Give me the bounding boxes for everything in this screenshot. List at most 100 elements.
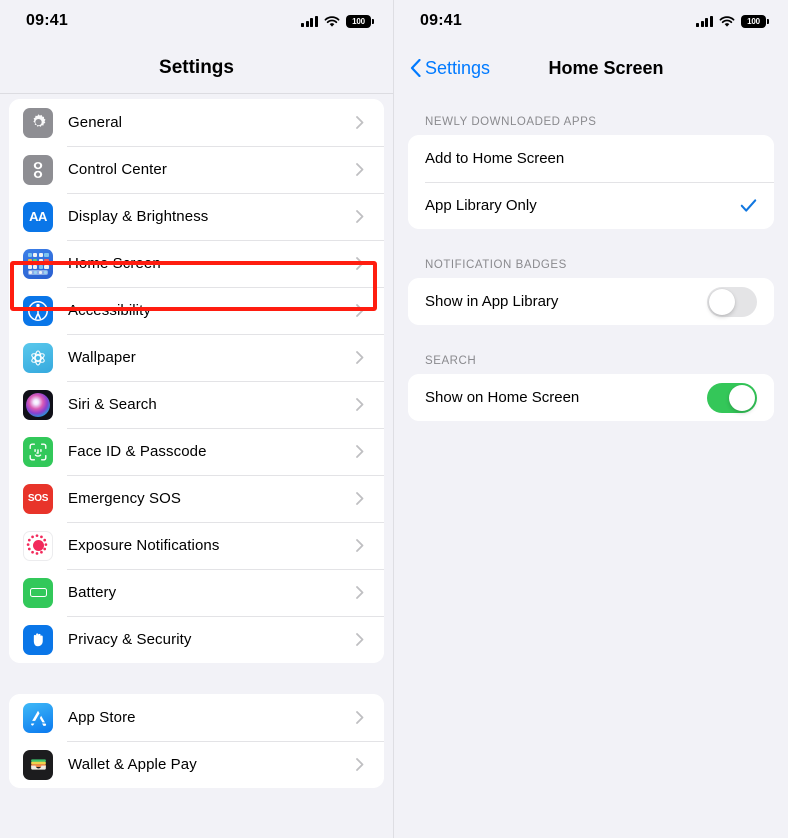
status-indicators: 100 [696,14,769,28]
sidebar-item-wallet-apple-pay[interactable]: Wallet & Apple Pay [9,741,384,788]
face-id-icon [23,436,53,467]
sos-icon-text: SOS [27,493,49,504]
setting-show-in-app-library[interactable]: Show in App Library [408,278,774,325]
setting-label: Show in App Library [425,293,559,310]
dual-pane-settings-screenshot: 09:41 100 Settings General Control Cente… [0,0,788,838]
sidebar-item-label: Emergency SOS [68,490,182,507]
toggle-show-in-app-library[interactable] [707,286,757,317]
battery-level: 100 [747,16,760,26]
sidebar-item-accessibility[interactable]: Accessibility [9,287,384,334]
sidebar-item-label: Face ID & Passcode [68,443,207,460]
toggle-show-on-home-screen[interactable] [707,382,757,413]
sidebar-item-label: Accessibility [68,302,151,319]
checkmark-icon [740,199,757,212]
sidebar-item-battery[interactable]: Battery [9,569,384,616]
sidebar-item-siri-search[interactable]: Siri & Search [9,381,384,428]
section-notification-badges: NOTIFICATION BADGES Show in App Library [394,259,788,325]
option-add-to-home-screen[interactable]: Add to Home Screen [408,135,774,182]
back-button[interactable]: Settings [410,58,490,79]
sidebar-item-general[interactable]: General [9,99,384,146]
sidebar-item-display-brightness[interactable]: AA Display & Brightness [9,193,384,240]
sidebar-item-label: Home Screen [68,255,161,272]
section-search: SEARCH Show on Home Screen [394,355,788,421]
sidebar-item-app-store[interactable]: App Store [9,694,384,741]
sidebar-item-exposure-notifications[interactable]: Exposure Notifications [9,522,384,569]
display-icon-text: AA [29,209,47,224]
sidebar-item-home-screen[interactable]: Home Screen [9,240,384,287]
home-screen-navbar: Settings Home Screen [394,42,788,94]
section-header: NEWLY DOWNLOADED APPS [425,116,597,128]
home-screen-settings-pane: 09:41 100 Settings Home Screen NEWLY DOW… [394,0,788,838]
sidebar-item-emergency-sos[interactable]: SOS Emergency SOS [9,475,384,522]
siri-icon [23,389,53,420]
chevron-right-icon [356,633,364,646]
sidebar-item-label: App Store [68,709,136,726]
exposure-ring [26,533,48,555]
sidebar-item-control-center[interactable]: Control Center [9,146,384,193]
page-title: Home Screen [548,57,664,78]
chevron-right-icon [356,445,364,458]
sidebar-item-face-id-passcode[interactable]: Face ID & Passcode [9,428,384,475]
back-button-label: Settings [425,57,491,78]
chevron-right-icon [356,586,364,599]
emergency-sos-icon: SOS [23,483,53,514]
gear-icon [23,107,53,138]
option-label: App Library Only [425,197,537,214]
sidebar-item-label: Wallet & Apple Pay [68,756,197,773]
control-center-icon [23,154,53,185]
battery-settings-icon [23,577,53,608]
status-bar-right: 09:41 100 [394,0,788,42]
sidebar-item-label: Battery [68,584,117,601]
chevron-right-icon [356,163,364,176]
battery-icon: 100 [346,14,374,28]
status-indicators: 100 [301,14,374,28]
wallpaper-icon [23,342,53,373]
toggle-knob [729,384,755,411]
section-card: Add to Home Screen App Library Only [408,135,774,229]
section-card: Show in App Library [408,278,774,325]
battery-icon: 100 [741,14,769,28]
sidebar-item-wallpaper[interactable]: Wallpaper [9,334,384,381]
sidebar-item-label: Privacy & Security [68,631,192,648]
sidebar-item-privacy-security[interactable]: Privacy & Security [9,616,384,663]
status-bar-left: 09:41 100 [0,0,393,42]
chevron-right-icon [356,492,364,505]
sidebar-item-label: Wallpaper [68,349,136,366]
wifi-icon [324,15,340,27]
toggle-knob [709,288,735,315]
section-header: NOTIFICATION BADGES [425,259,567,271]
cellular-signal-icon [301,15,318,27]
sidebar-item-label: Siri & Search [68,396,157,413]
chevron-right-icon [356,257,364,270]
privacy-hand-icon [23,624,53,655]
settings-group-apps: App Store Wallet & Apple Pay [9,694,384,788]
battery-shape [29,588,47,597]
chevron-right-icon [356,711,364,724]
display-brightness-icon: AA [23,201,53,232]
settings-navbar: Settings [0,42,393,94]
chevron-right-icon [356,539,364,552]
chevron-right-icon [356,210,364,223]
option-app-library-only[interactable]: App Library Only [408,182,774,229]
sidebar-item-label: General [68,114,123,131]
section-newly-downloaded-apps: NEWLY DOWNLOADED APPS Add to Home Screen… [394,116,788,229]
sidebar-item-label: Exposure Notifications [68,537,220,554]
chevron-right-icon [356,116,364,129]
chevron-left-icon [410,59,421,77]
sidebar-item-label: Control Center [68,161,167,178]
sidebar-item-label: Display & Brightness [68,208,209,225]
exposure-notifications-icon [23,530,53,561]
setting-label: Show on Home Screen [425,389,580,406]
setting-show-on-home-screen[interactable]: Show on Home Screen [408,374,774,421]
section-header: SEARCH [425,355,477,367]
accessibility-icon [23,295,53,326]
home-screen-icon [23,248,53,279]
option-label: Add to Home Screen [425,150,565,167]
battery-level: 100 [352,16,365,26]
section-card: Show on Home Screen [408,374,774,421]
wallet-icon [23,749,53,780]
chevron-right-icon [356,304,364,317]
cellular-signal-icon [696,15,713,27]
wifi-icon [719,15,735,27]
status-time: 09:41 [420,12,462,29]
